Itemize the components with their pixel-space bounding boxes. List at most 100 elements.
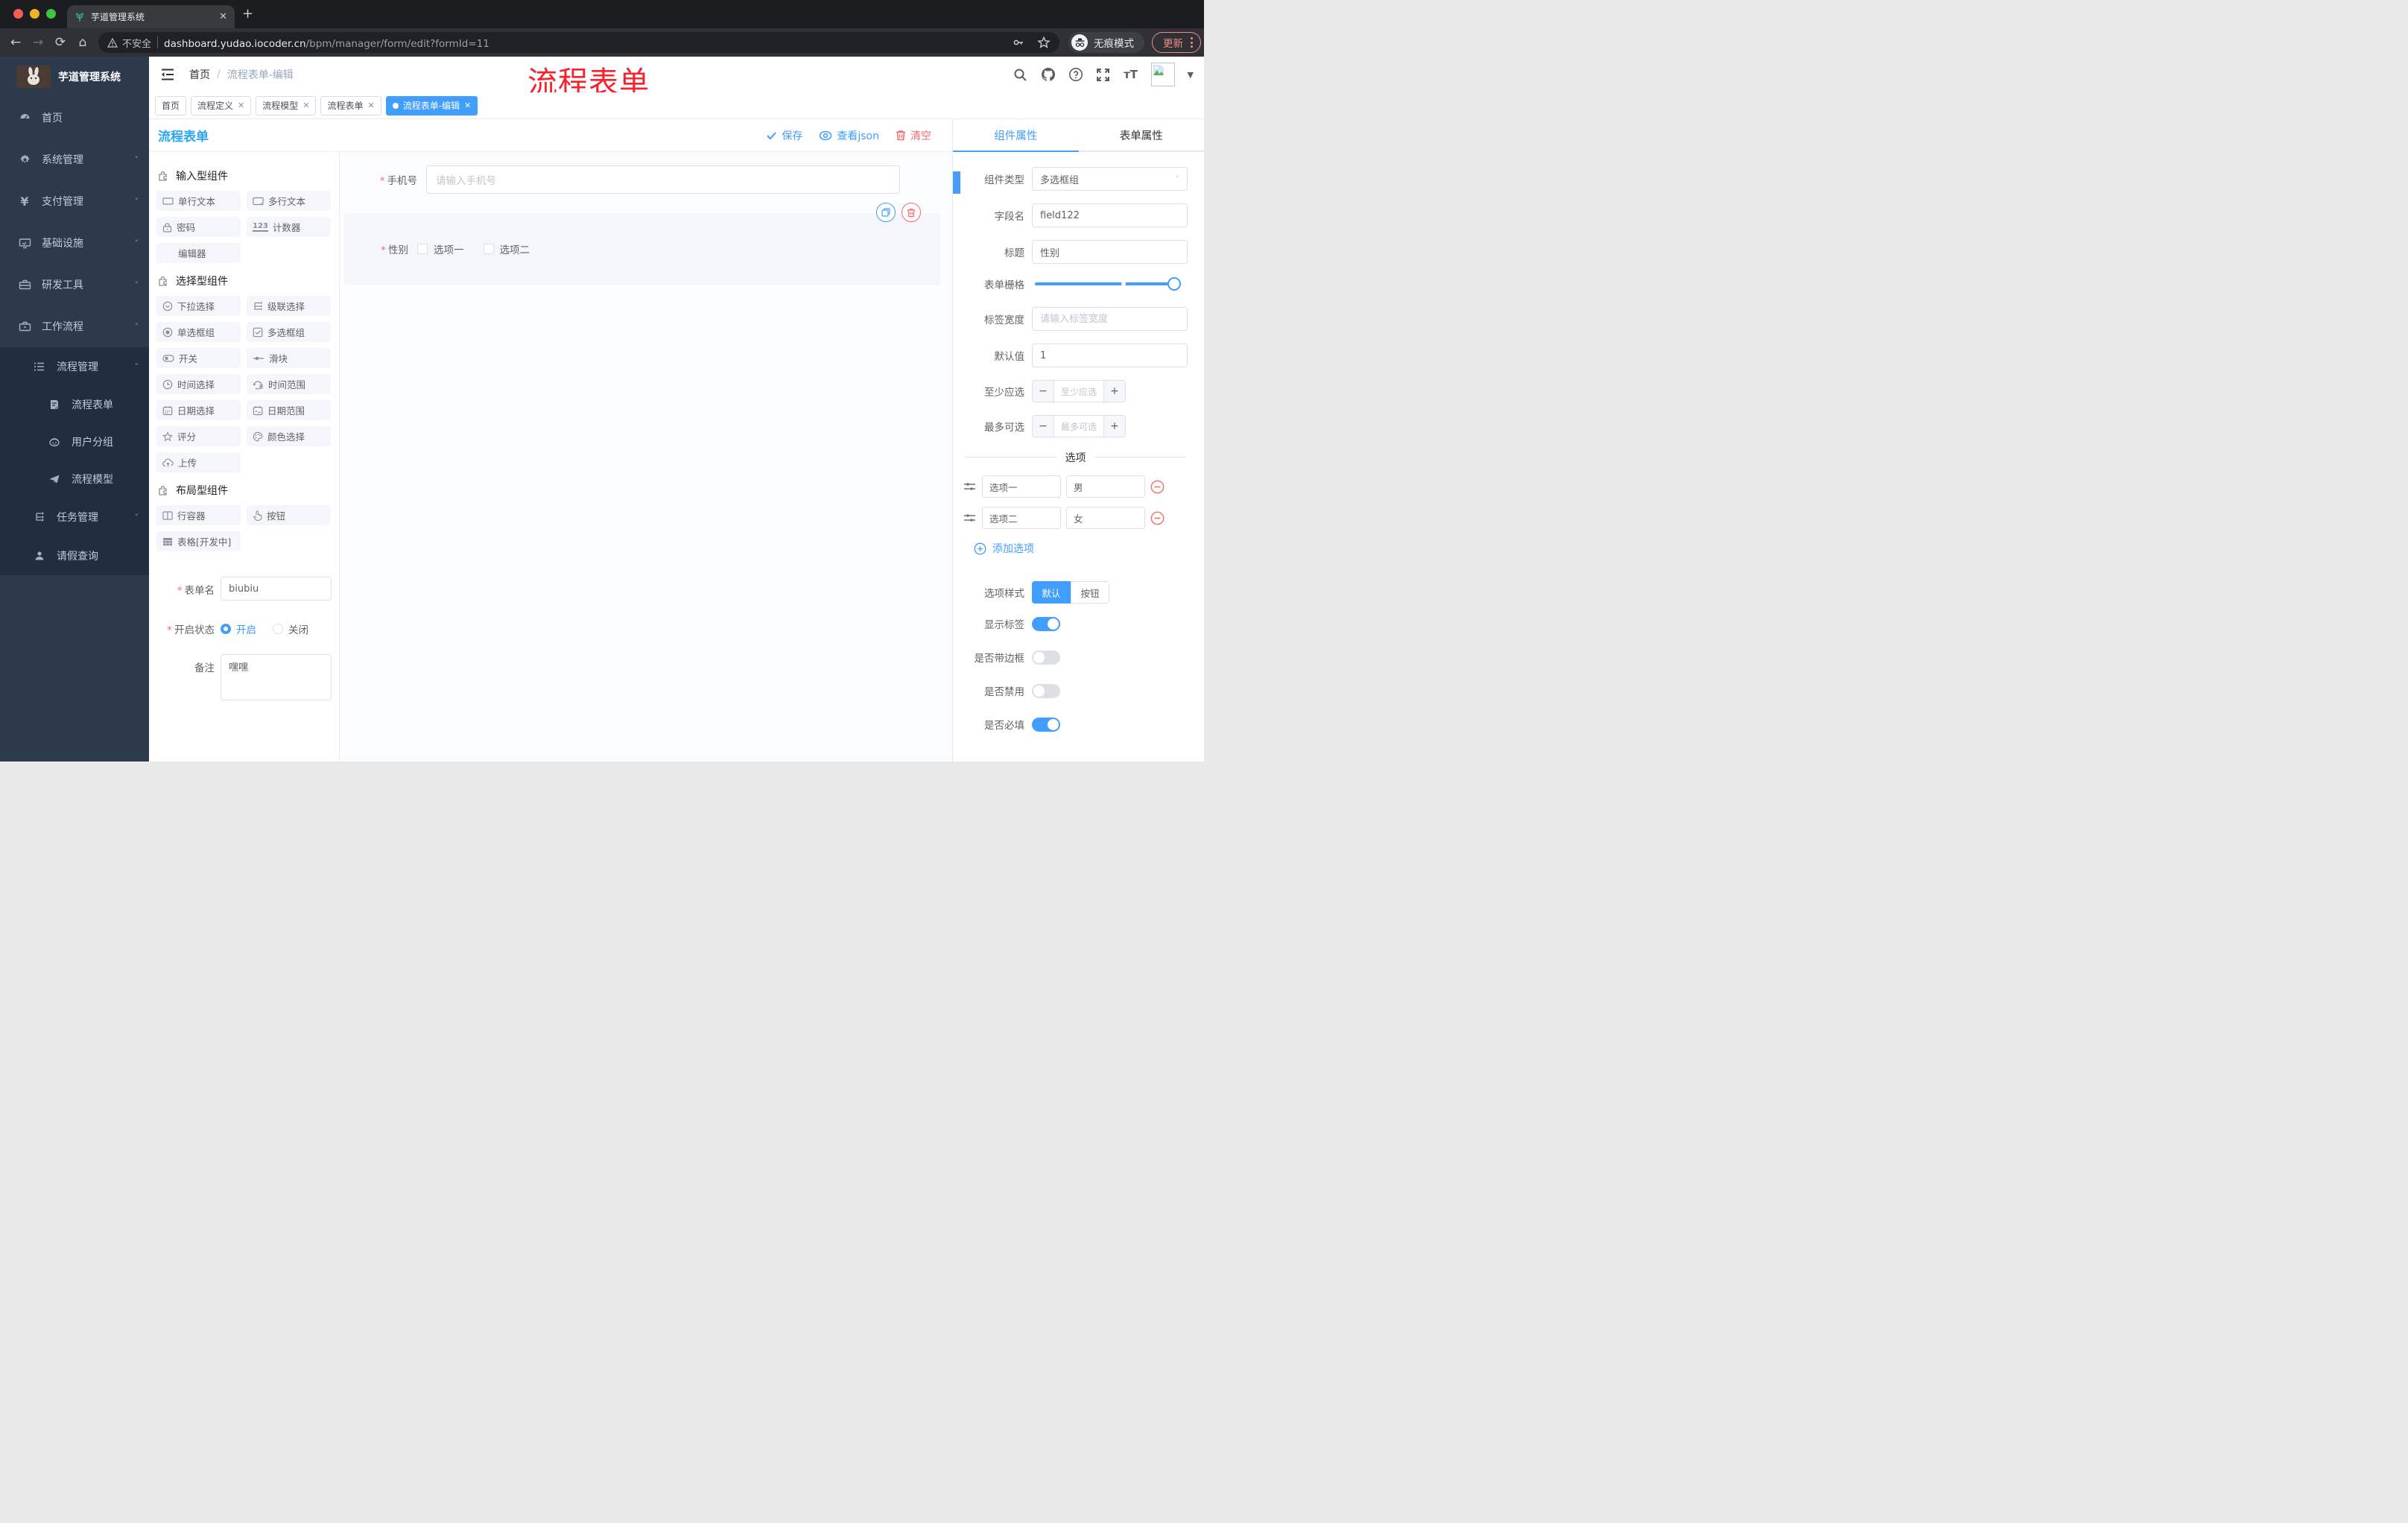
component-chip-time-picker[interactable]: 时间选择 bbox=[156, 374, 241, 394]
password-key-icon[interactable] bbox=[1012, 36, 1025, 49]
browser-update-button[interactable]: 更新 bbox=[1152, 32, 1201, 53]
drag-handle-icon[interactable] bbox=[963, 512, 977, 524]
gender-checkbox-option2[interactable]: 选项二 bbox=[483, 241, 530, 256]
close-icon[interactable]: ✕ bbox=[302, 101, 309, 110]
sidebar-item-system[interactable]: 系统管理 ˅ bbox=[0, 139, 149, 180]
sidebar-item-user-groups[interactable]: 用户分组 bbox=[0, 423, 149, 460]
sidebar-item-process-form[interactable]: 流程表单 bbox=[0, 386, 149, 423]
slider-handle[interactable] bbox=[1167, 277, 1181, 291]
component-chip-password[interactable]: 密码 bbox=[156, 217, 241, 237]
delete-component-button[interactable] bbox=[902, 203, 921, 222]
component-chip-select[interactable]: 下拉选择 bbox=[156, 296, 241, 316]
address-bar[interactable]: 不安全 dashboard.yudao.iocoder.cn/bpm/manag… bbox=[98, 32, 1059, 53]
status-radio-off[interactable]: 关闭 bbox=[273, 621, 308, 636]
reload-icon[interactable]: ⟳ bbox=[49, 35, 72, 50]
remark-textarea[interactable] bbox=[221, 654, 332, 700]
option2-label-input[interactable]: 选项二 bbox=[982, 507, 1061, 529]
font-size-icon[interactable]: тT bbox=[1124, 67, 1138, 82]
component-chip-button[interactable]: 按钮 bbox=[247, 505, 331, 525]
component-chip-single-text[interactable]: 单行文本 bbox=[156, 191, 241, 211]
component-chip-table[interactable]: 表格[开发中] bbox=[156, 531, 241, 551]
component-chip-multi-text[interactable]: 多行文本 bbox=[247, 191, 331, 211]
clear-button[interactable]: 清空 bbox=[896, 128, 931, 143]
sidebar-collapse-icon[interactable] bbox=[159, 66, 176, 83]
duplicate-component-button[interactable] bbox=[876, 203, 896, 222]
sidebar-item-process-management[interactable]: 流程管理 ˄ bbox=[0, 347, 149, 386]
sidebar-item-workflow[interactable]: 工作流程 ˄ bbox=[0, 305, 149, 347]
canvas-field-phone[interactable]: 手机号 请输入手机号 bbox=[361, 165, 931, 194]
field-link-tab[interactable] bbox=[953, 171, 960, 194]
component-chip-switch[interactable]: 开关 bbox=[156, 348, 241, 368]
status-radio-on[interactable]: 开启 bbox=[221, 621, 256, 636]
component-chip-counter[interactable]: 123 计数器 bbox=[247, 217, 331, 237]
close-icon[interactable]: ✕ bbox=[238, 101, 244, 110]
sidebar-item-payment[interactable]: ¥ 支付管理 ˅ bbox=[0, 180, 149, 222]
search-icon[interactable] bbox=[1013, 67, 1028, 82]
option-style-default[interactable]: 默认 bbox=[1032, 581, 1071, 604]
option2-value-input[interactable]: 女 bbox=[1066, 507, 1145, 529]
back-icon[interactable]: ← bbox=[4, 35, 27, 50]
sidebar-item-process-model[interactable]: 流程模型 bbox=[0, 460, 149, 498]
form-grid-slider[interactable] bbox=[1035, 277, 1181, 291]
close-icon[interactable]: ✕ bbox=[464, 101, 471, 110]
option-style-button[interactable]: 按钮 bbox=[1071, 581, 1109, 604]
label-width-input[interactable] bbox=[1032, 307, 1188, 331]
component-chip-date-picker[interactable]: 日期选择 bbox=[156, 400, 241, 420]
component-chip-rate[interactable]: 评分 bbox=[156, 426, 241, 446]
save-button[interactable]: 保存 bbox=[766, 128, 802, 143]
tag-process-model[interactable]: 流程模型 ✕ bbox=[256, 95, 317, 115]
tab-form-props[interactable]: 表单属性 bbox=[1079, 119, 1205, 151]
show-label-switch[interactable] bbox=[1032, 616, 1060, 631]
sidebar-item-leave-query[interactable]: 请假查询 bbox=[0, 536, 149, 575]
github-icon[interactable] bbox=[1041, 67, 1056, 82]
disabled-switch[interactable] bbox=[1032, 683, 1060, 698]
sidebar-item-home[interactable]: 首页 bbox=[0, 97, 149, 139]
browser-tab[interactable]: 芋道管理系统 ✕ bbox=[67, 5, 235, 28]
avatar-caret-icon[interactable]: ▼ bbox=[1188, 70, 1194, 80]
remove-option-icon[interactable] bbox=[1150, 480, 1165, 494]
window-minimize-button[interactable] bbox=[30, 9, 39, 19]
max-select-value[interactable]: 最多可选 bbox=[1054, 416, 1104, 437]
window-close-button[interactable] bbox=[13, 9, 23, 19]
component-chip-checkbox-group[interactable]: 多选框组 bbox=[247, 322, 331, 342]
max-select-stepper[interactable]: − 最多可选 + bbox=[1032, 415, 1126, 437]
component-chip-upload[interactable]: 上传 bbox=[156, 452, 241, 472]
not-secure-warning[interactable]: 不安全 bbox=[107, 36, 151, 50]
fullscreen-icon[interactable] bbox=[1096, 67, 1111, 82]
tag-process-form[interactable]: 流程表单 ✕ bbox=[320, 95, 381, 115]
border-switch[interactable] bbox=[1032, 650, 1060, 665]
gender-checkbox-option1[interactable]: 选项一 bbox=[417, 241, 464, 256]
option1-value-input[interactable]: 男 bbox=[1066, 475, 1145, 498]
component-chip-row-container[interactable]: 行容器 bbox=[156, 505, 241, 525]
option1-label-input[interactable]: 选项一 bbox=[982, 475, 1061, 498]
component-chip-slider[interactable]: 滑块 bbox=[247, 348, 331, 368]
tab-close-icon[interactable]: ✕ bbox=[219, 11, 227, 22]
new-tab-button[interactable]: + bbox=[242, 7, 253, 21]
component-chip-editor[interactable]: 编辑器 bbox=[156, 243, 241, 263]
tag-process-form-edit[interactable]: 流程表单-编辑 ✕ bbox=[385, 95, 478, 115]
sidebar-item-devtools[interactable]: 研发工具 ˅ bbox=[0, 264, 149, 305]
increase-icon[interactable]: + bbox=[1104, 381, 1125, 402]
component-chip-radio-group[interactable]: 单选框组 bbox=[156, 322, 241, 342]
view-json-button[interactable]: 查看json bbox=[819, 128, 879, 143]
help-icon[interactable] bbox=[1068, 67, 1083, 82]
breadcrumb-home[interactable]: 首页 bbox=[189, 67, 210, 82]
forward-icon[interactable]: → bbox=[27, 35, 49, 50]
min-select-stepper[interactable]: − 至少应选 + bbox=[1032, 380, 1126, 402]
required-switch[interactable] bbox=[1032, 717, 1060, 732]
sidebar-item-task-management[interactable]: 任务管理 ˅ bbox=[0, 498, 149, 536]
increase-icon[interactable]: + bbox=[1104, 416, 1125, 437]
field-name-input[interactable] bbox=[1032, 203, 1188, 227]
decrease-icon[interactable]: − bbox=[1033, 416, 1054, 437]
avatar-broken-image[interactable] bbox=[1150, 63, 1175, 86]
window-zoom-button[interactable] bbox=[46, 9, 56, 19]
browser-menu-icon[interactable] bbox=[1191, 37, 1193, 48]
tag-home[interactable]: 首页 bbox=[155, 95, 187, 115]
component-chip-date-range[interactable]: 日期范围 bbox=[247, 400, 331, 420]
remove-option-icon[interactable] bbox=[1150, 511, 1165, 525]
bookmark-star-icon[interactable] bbox=[1037, 36, 1051, 49]
home-icon[interactable]: ⌂ bbox=[72, 35, 94, 50]
decrease-icon[interactable]: − bbox=[1033, 381, 1054, 402]
default-value-input[interactable] bbox=[1032, 343, 1188, 367]
min-select-value[interactable]: 至少应选 bbox=[1054, 381, 1104, 402]
